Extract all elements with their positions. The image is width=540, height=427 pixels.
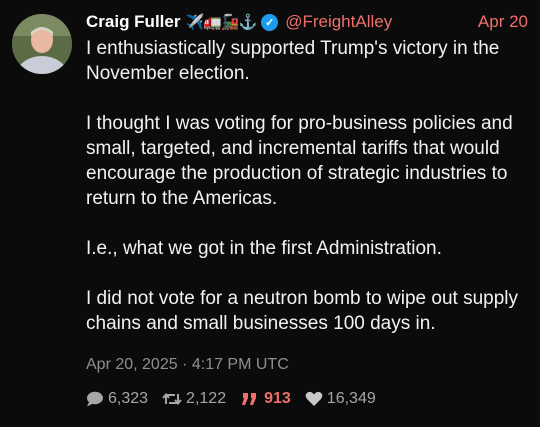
repost-icon	[162, 392, 182, 406]
quote-icon	[242, 393, 257, 405]
post-card: Craig Fuller ✈️🚛🚂⚓ ✓ @FreightAlley Apr 2…	[0, 0, 540, 427]
author-emoji: ✈️🚛🚂⚓	[185, 14, 257, 31]
quote-count: 913	[264, 390, 291, 407]
post-paragraph: I thought I was voting for pro-business …	[86, 113, 513, 209]
avatar[interactable]	[12, 14, 72, 74]
stats-bar: 6,323 2,122 913 16,349	[86, 390, 390, 408]
post-header: Craig Fuller ✈️🚛🚂⚓ ✓ @FreightAlley Apr 2…	[86, 9, 528, 35]
avatar-image	[12, 14, 72, 74]
quote-stat[interactable]: 913	[240, 390, 291, 408]
reply-count: 6,323	[108, 390, 149, 407]
repost-stat[interactable]: 2,122	[162, 390, 226, 408]
like-count: 16,349	[326, 390, 376, 407]
like-stat[interactable]: 16,349	[305, 390, 376, 408]
repost-count: 2,122	[186, 390, 227, 407]
verified-icon: ✓	[261, 13, 279, 31]
author-name[interactable]: Craig Fuller	[86, 12, 180, 32]
author-handle[interactable]: @FreightAlley	[285, 12, 392, 32]
post-date[interactable]: Apr 20	[478, 12, 528, 32]
post-paragraph: I.e., what we got in the first Administr…	[86, 238, 442, 259]
post-body: I enthusiastically supported Trump's vic…	[86, 36, 534, 361]
comment-icon	[87, 391, 103, 407]
post-paragraph: I enthusiastically supported Trump's vic…	[86, 38, 500, 84]
reply-stat[interactable]: 6,323	[86, 390, 148, 408]
heart-icon	[305, 391, 323, 406]
post-timestamp[interactable]: Apr 20, 2025 · 4:17 PM UTC	[86, 356, 289, 374]
post-paragraph: I did not vote for a neutron bomb to wip…	[86, 288, 518, 334]
